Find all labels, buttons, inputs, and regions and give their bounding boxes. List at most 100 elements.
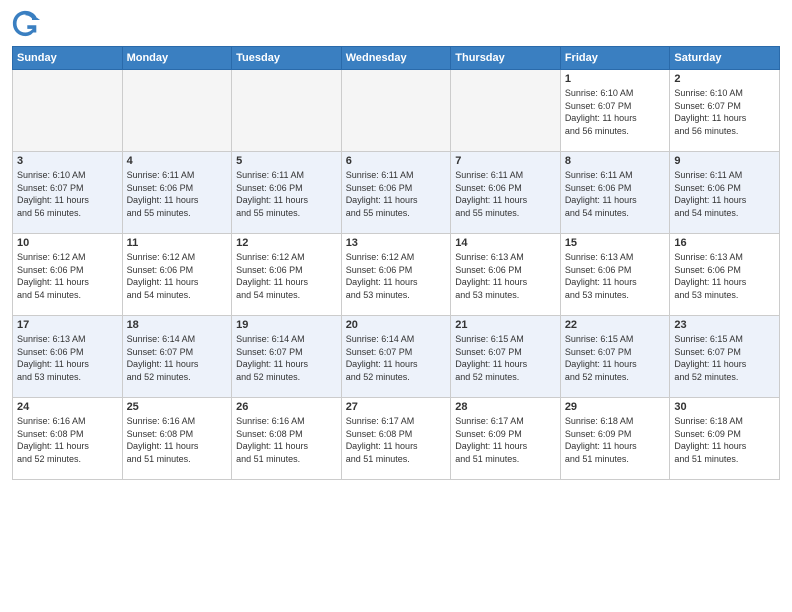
day-number: 12	[236, 237, 337, 249]
calendar-cell	[122, 70, 232, 152]
calendar-cell: 6 Sunrise: 6:11 AMSunset: 6:06 PMDaylight…	[341, 152, 451, 234]
day-number: 29	[565, 401, 666, 413]
weekday-header: Thursday	[451, 47, 561, 70]
weekday-header: Monday	[122, 47, 232, 70]
day-info: Sunrise: 6:16 AMSunset: 6:08 PMDaylight:…	[17, 415, 118, 465]
day-info: Sunrise: 6:17 AMSunset: 6:09 PMDaylight:…	[455, 415, 556, 465]
page: SundayMondayTuesdayWednesdayThursdayFrid…	[0, 0, 792, 612]
day-number: 20	[346, 319, 447, 331]
day-number: 21	[455, 319, 556, 331]
weekday-header: Tuesday	[232, 47, 342, 70]
logo-icon	[12, 10, 40, 38]
day-info: Sunrise: 6:13 AMSunset: 6:06 PMDaylight:…	[674, 251, 775, 301]
calendar-cell: 24 Sunrise: 6:16 AMSunset: 6:08 PMDayligh…	[13, 398, 123, 480]
header	[12, 10, 780, 38]
day-info: Sunrise: 6:14 AMSunset: 6:07 PMDaylight:…	[236, 333, 337, 383]
calendar-cell: 30 Sunrise: 6:18 AMSunset: 6:09 PMDayligh…	[670, 398, 780, 480]
calendar-cell: 7 Sunrise: 6:11 AMSunset: 6:06 PMDaylight…	[451, 152, 561, 234]
calendar-cell: 5 Sunrise: 6:11 AMSunset: 6:06 PMDaylight…	[232, 152, 342, 234]
day-info: Sunrise: 6:13 AMSunset: 6:06 PMDaylight:…	[17, 333, 118, 383]
day-info: Sunrise: 6:13 AMSunset: 6:06 PMDaylight:…	[565, 251, 666, 301]
calendar-cell: 10 Sunrise: 6:12 AMSunset: 6:06 PMDayligh…	[13, 234, 123, 316]
day-number: 1	[565, 73, 666, 85]
day-number: 17	[17, 319, 118, 331]
day-number: 7	[455, 155, 556, 167]
calendar-cell: 12 Sunrise: 6:12 AMSunset: 6:06 PMDayligh…	[232, 234, 342, 316]
day-number: 25	[127, 401, 228, 413]
weekday-header: Saturday	[670, 47, 780, 70]
day-info: Sunrise: 6:16 AMSunset: 6:08 PMDaylight:…	[127, 415, 228, 465]
day-info: Sunrise: 6:10 AMSunset: 6:07 PMDaylight:…	[17, 169, 118, 219]
day-info: Sunrise: 6:15 AMSunset: 6:07 PMDaylight:…	[674, 333, 775, 383]
day-number: 8	[565, 155, 666, 167]
calendar-cell: 29 Sunrise: 6:18 AMSunset: 6:09 PMDayligh…	[560, 398, 670, 480]
day-number: 22	[565, 319, 666, 331]
day-number: 9	[674, 155, 775, 167]
calendar-cell: 19 Sunrise: 6:14 AMSunset: 6:07 PMDayligh…	[232, 316, 342, 398]
day-info: Sunrise: 6:15 AMSunset: 6:07 PMDaylight:…	[455, 333, 556, 383]
day-info: Sunrise: 6:11 AMSunset: 6:06 PMDaylight:…	[565, 169, 666, 219]
calendar-cell: 22 Sunrise: 6:15 AMSunset: 6:07 PMDayligh…	[560, 316, 670, 398]
calendar-table: SundayMondayTuesdayWednesdayThursdayFrid…	[12, 46, 780, 480]
day-info: Sunrise: 6:16 AMSunset: 6:08 PMDaylight:…	[236, 415, 337, 465]
day-number: 27	[346, 401, 447, 413]
calendar-cell: 8 Sunrise: 6:11 AMSunset: 6:06 PMDaylight…	[560, 152, 670, 234]
day-number: 14	[455, 237, 556, 249]
calendar-cell	[451, 70, 561, 152]
day-info: Sunrise: 6:12 AMSunset: 6:06 PMDaylight:…	[346, 251, 447, 301]
day-number: 10	[17, 237, 118, 249]
calendar-cell: 17 Sunrise: 6:13 AMSunset: 6:06 PMDayligh…	[13, 316, 123, 398]
day-number: 16	[674, 237, 775, 249]
day-info: Sunrise: 6:11 AMSunset: 6:06 PMDaylight:…	[455, 169, 556, 219]
weekday-header: Wednesday	[341, 47, 451, 70]
day-info: Sunrise: 6:11 AMSunset: 6:06 PMDaylight:…	[674, 169, 775, 219]
day-number: 13	[346, 237, 447, 249]
calendar-cell: 14 Sunrise: 6:13 AMSunset: 6:06 PMDayligh…	[451, 234, 561, 316]
day-number: 2	[674, 73, 775, 85]
day-info: Sunrise: 6:11 AMSunset: 6:06 PMDaylight:…	[127, 169, 228, 219]
day-info: Sunrise: 6:12 AMSunset: 6:06 PMDaylight:…	[236, 251, 337, 301]
day-number: 30	[674, 401, 775, 413]
day-number: 3	[17, 155, 118, 167]
calendar-cell	[232, 70, 342, 152]
weekday-header: Friday	[560, 47, 670, 70]
day-info: Sunrise: 6:10 AMSunset: 6:07 PMDaylight:…	[674, 87, 775, 137]
day-number: 6	[346, 155, 447, 167]
day-info: Sunrise: 6:17 AMSunset: 6:08 PMDaylight:…	[346, 415, 447, 465]
calendar-cell: 15 Sunrise: 6:13 AMSunset: 6:06 PMDayligh…	[560, 234, 670, 316]
day-info: Sunrise: 6:11 AMSunset: 6:06 PMDaylight:…	[236, 169, 337, 219]
day-number: 23	[674, 319, 775, 331]
calendar-cell: 9 Sunrise: 6:11 AMSunset: 6:06 PMDaylight…	[670, 152, 780, 234]
calendar-cell: 4 Sunrise: 6:11 AMSunset: 6:06 PMDaylight…	[122, 152, 232, 234]
calendar-cell: 28Sunrise: 6:17 AMSunset: 6:09 PMDayligh…	[451, 398, 561, 480]
calendar-cell: 13 Sunrise: 6:12 AMSunset: 6:06 PMDayligh…	[341, 234, 451, 316]
day-number: 19	[236, 319, 337, 331]
calendar-cell: 16 Sunrise: 6:13 AMSunset: 6:06 PMDayligh…	[670, 234, 780, 316]
day-info: Sunrise: 6:18 AMSunset: 6:09 PMDaylight:…	[565, 415, 666, 465]
day-info: Sunrise: 6:12 AMSunset: 6:06 PMDaylight:…	[17, 251, 118, 301]
day-number: 15	[565, 237, 666, 249]
calendar-cell: 11 Sunrise: 6:12 AMSunset: 6:06 PMDayligh…	[122, 234, 232, 316]
logo	[12, 10, 44, 38]
day-info: Sunrise: 6:15 AMSunset: 6:07 PMDaylight:…	[565, 333, 666, 383]
calendar-cell: 27 Sunrise: 6:17 AMSunset: 6:08 PMDayligh…	[341, 398, 451, 480]
day-info: Sunrise: 6:11 AMSunset: 6:06 PMDaylight:…	[346, 169, 447, 219]
day-info: Sunrise: 6:10 AMSunset: 6:07 PMDaylight:…	[565, 87, 666, 137]
day-info: Sunrise: 6:12 AMSunset: 6:06 PMDaylight:…	[127, 251, 228, 301]
day-number: 18	[127, 319, 228, 331]
day-number: 24	[17, 401, 118, 413]
calendar-cell	[13, 70, 123, 152]
calendar-cell: 26Sunrise: 6:16 AMSunset: 6:08 PMDayligh…	[232, 398, 342, 480]
calendar-cell: 20Sunrise: 6:14 AMSunset: 6:07 PMDayligh…	[341, 316, 451, 398]
day-number: 11	[127, 237, 228, 249]
day-number: 4	[127, 155, 228, 167]
day-info: Sunrise: 6:13 AMSunset: 6:06 PMDaylight:…	[455, 251, 556, 301]
calendar-cell: 21 Sunrise: 6:15 AMSunset: 6:07 PMDayligh…	[451, 316, 561, 398]
calendar-cell: 2 Sunrise: 6:10 AMSunset: 6:07 PMDaylight…	[670, 70, 780, 152]
calendar-cell: 25 Sunrise: 6:16 AMSunset: 6:08 PMDayligh…	[122, 398, 232, 480]
calendar-cell: 3 Sunrise: 6:10 AMSunset: 6:07 PMDaylight…	[13, 152, 123, 234]
calendar-cell	[341, 70, 451, 152]
calendar-cell: 1 Sunrise: 6:10 AMSunset: 6:07 PMDaylight…	[560, 70, 670, 152]
day-info: Sunrise: 6:18 AMSunset: 6:09 PMDaylight:…	[674, 415, 775, 465]
day-number: 5	[236, 155, 337, 167]
